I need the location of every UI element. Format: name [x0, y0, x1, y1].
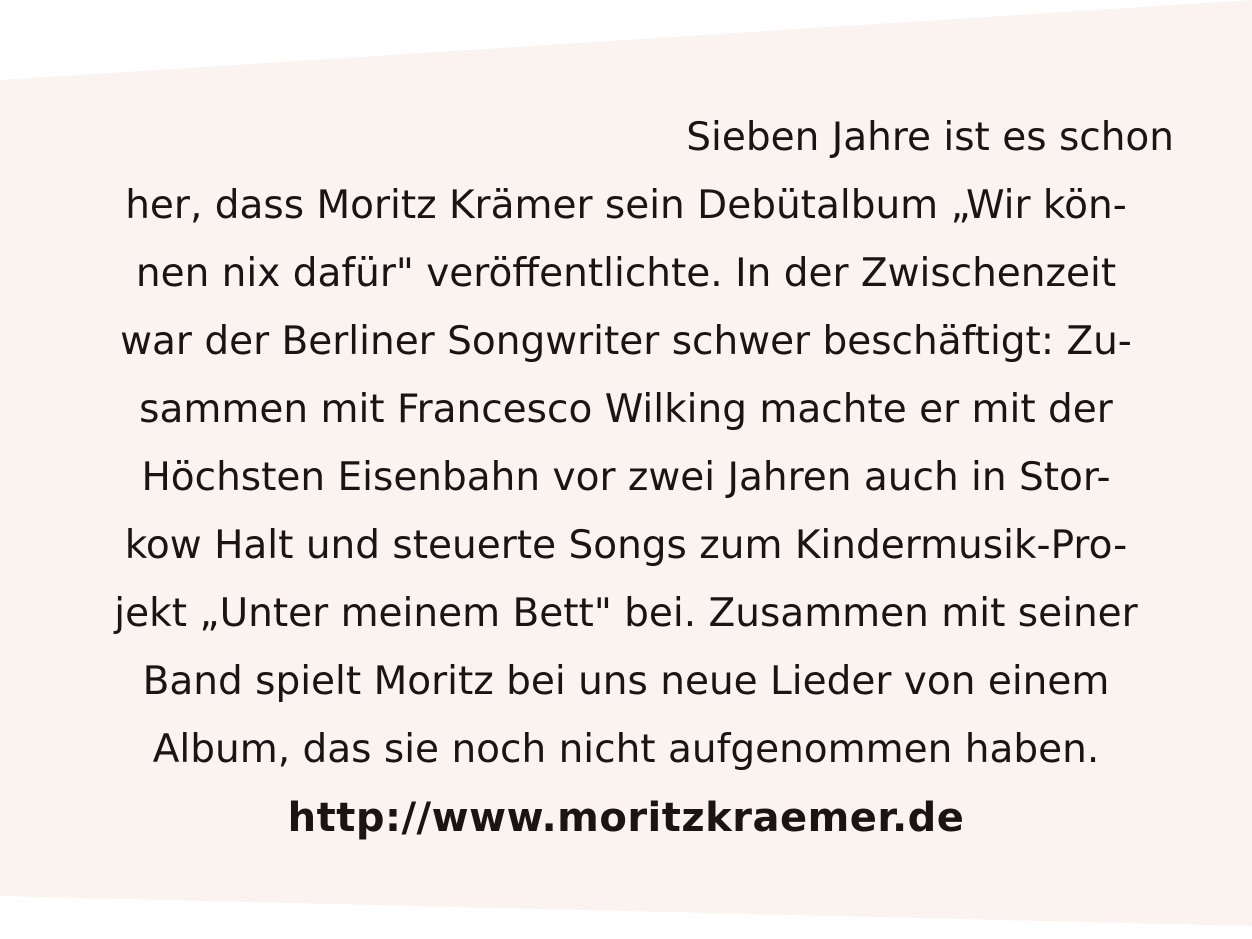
page: Sieben Jahre ist es schon her, dass Mori…: [0, 0, 1252, 939]
text-line: war der Berliner Songwriter schwer besch…: [120, 319, 1132, 364]
article-text: Sieben Jahre ist es schon her, dass Mori…: [42, 104, 1210, 852]
website-link[interactable]: http://www.moritzkraemer.de: [42, 784, 1210, 852]
text-line: Sieben Jahre ist es schon: [686, 115, 1174, 160]
text-line: Band spielt Moritz bei uns neue Lieder v…: [142, 659, 1110, 704]
text-line: nen nix dafür" veröffentlichte. In der Z…: [135, 251, 1117, 296]
text-line: sammen mit Francesco Wilking machte er m…: [139, 387, 1113, 432]
text-line: kow Halt und steuerte Songs zum Kindermu…: [124, 523, 1128, 568]
text-line: her, dass Moritz Krämer sein Debütalbum …: [125, 183, 1127, 228]
text-line: Höchsten Eisenbahn vor zwei Jahren auch …: [141, 455, 1111, 500]
text-line: Album, das sie noch nicht aufgenommen ha…: [152, 727, 1100, 772]
text-line: jekt „Unter meinem Bett" bei. Zusammen m…: [114, 591, 1138, 636]
